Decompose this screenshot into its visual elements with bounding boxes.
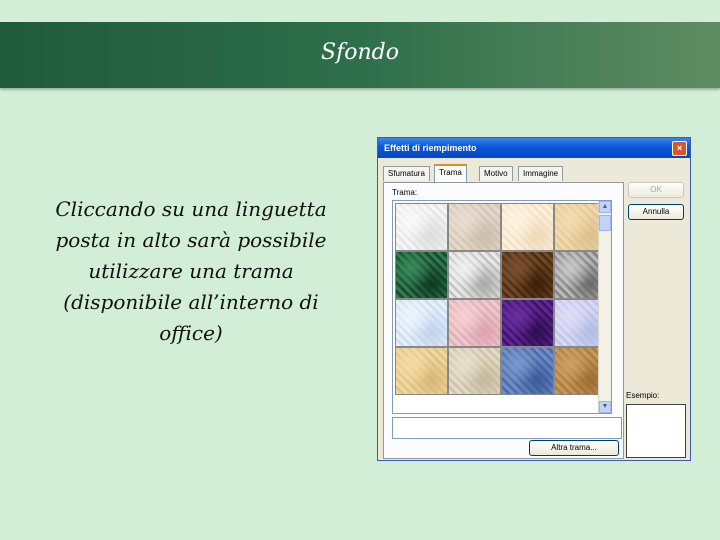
texture-name-box <box>392 417 622 439</box>
texture-grid: ▲ ▼ <box>392 200 612 414</box>
dialog-titlebar: Effetti di riempimento × <box>378 138 690 158</box>
texture-swatch[interactable] <box>448 299 501 347</box>
texture-swatch[interactable] <box>448 251 501 299</box>
texture-swatch[interactable] <box>395 251 448 299</box>
texture-swatch[interactable] <box>501 347 554 395</box>
cancel-button[interactable]: Annulla <box>628 204 684 220</box>
tab-immagine[interactable]: Immagine <box>518 166 564 181</box>
texture-swatch[interactable] <box>501 203 554 251</box>
texture-swatch[interactable] <box>501 251 554 299</box>
texture-swatch[interactable] <box>395 299 448 347</box>
scroll-up-icon[interactable]: ▲ <box>599 201 611 213</box>
example-label: Esempio: <box>626 391 660 400</box>
dialog-title: Effetti di riempimento <box>384 143 477 153</box>
tab-sfumatura[interactable]: Sfumatura <box>383 166 430 181</box>
slide-caption: Cliccando su una linguetta posta in alto… <box>55 197 327 345</box>
other-texture-button[interactable]: Altra trama... <box>529 440 619 456</box>
texture-swatch[interactable] <box>395 347 448 395</box>
texture-scrollbar[interactable]: ▲ ▼ <box>598 201 611 413</box>
slide-title: Sfondo <box>321 40 399 65</box>
example-preview <box>626 404 686 458</box>
ok-button[interactable]: OK <box>628 182 684 198</box>
texture-swatch[interactable] <box>395 203 448 251</box>
tab-motivo[interactable]: Motivo <box>479 166 513 181</box>
texture-swatch[interactable] <box>448 347 501 395</box>
fill-effects-dialog: Effetti di riempimento × Sfumatura Trama… <box>377 137 691 461</box>
texture-swatch[interactable] <box>448 203 501 251</box>
close-icon[interactable]: × <box>672 141 687 156</box>
texture-swatch[interactable] <box>501 299 554 347</box>
texture-panel: Trama: ▲ ▼ Altra trama... <box>383 182 624 459</box>
title-banner: Sfondo <box>0 22 720 88</box>
texture-label: Trama: <box>392 188 418 197</box>
scroll-down-icon[interactable]: ▼ <box>599 401 611 413</box>
scroll-thumb[interactable] <box>599 215 611 231</box>
tab-trama[interactable]: Trama <box>434 164 467 183</box>
